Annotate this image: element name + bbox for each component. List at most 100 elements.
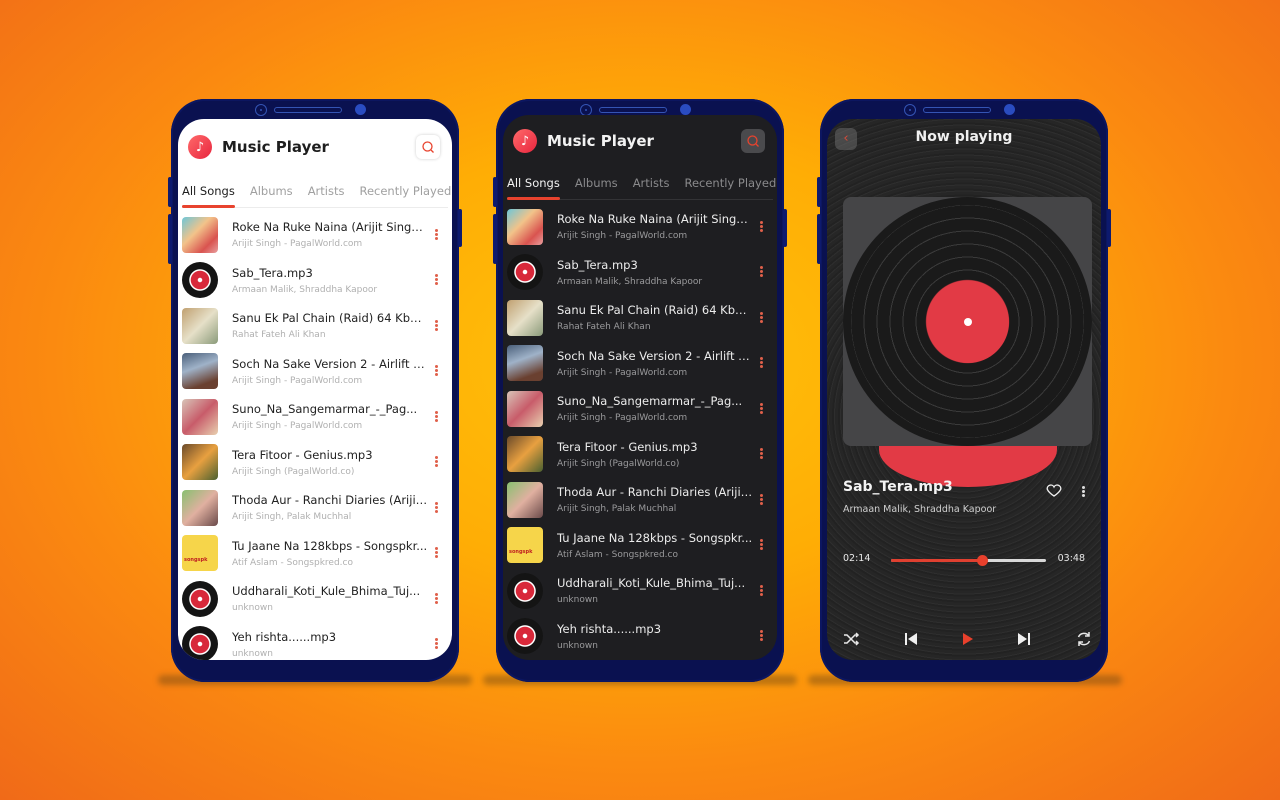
more-options-icon[interactable] [434, 319, 438, 333]
repeat-button[interactable] [1074, 629, 1094, 649]
song-list-item[interactable]: Tu Jaane Na 128kbps - Songspkr... Atif As… [507, 523, 777, 569]
side-button [783, 209, 787, 247]
album-art-thumbnail [182, 489, 218, 526]
song-title: Tera Fitoor - Genius.mp3 [232, 447, 373, 462]
song-meta: Roke Na Ruke Naina (Arijit Singh) ... Ari… [557, 212, 753, 241]
playback-controls [827, 629, 1101, 653]
song-list-item[interactable]: Roke Na Ruke Naina (Arijit Singh) ... Ari… [182, 212, 452, 258]
tab-bar: All Songs Albums Artists Recently Played [503, 167, 777, 200]
song-artist: Arijit Singh (PagalWorld.co) [557, 458, 680, 469]
heart-icon[interactable] [1045, 481, 1063, 499]
previous-icon [905, 633, 917, 645]
more-options-icon[interactable] [434, 273, 438, 287]
album-art-thumbnail [507, 481, 543, 518]
more-options-icon[interactable] [759, 402, 763, 416]
album-art-thumbnail [182, 216, 218, 253]
song-artist: Arijit Singh - PagalWorld.com [232, 239, 363, 250]
song-list-item[interactable]: Tu Jaane Na 128kbps - Songspkr... Atif As… [182, 531, 452, 577]
tab-artists[interactable]: Artists [633, 176, 670, 190]
song-list-item[interactable]: Sab_Tera.mp3 Armaan Malik, Shraddha Kapoo… [182, 258, 452, 304]
song-artist: Arijit Singh - PagalWorld.com [232, 421, 363, 432]
song-meta: Tera Fitoor - Genius.mp3 Arijit Singh (Pa… [557, 440, 753, 469]
tab-artists[interactable]: Artists [308, 184, 345, 198]
song-list-screen-dark: ♪ Music Player All Songs Albums Artists … [503, 115, 777, 660]
song-list-item[interactable]: Tera Fitoor - Genius.mp3 Arijit Singh (Pa… [507, 432, 777, 478]
search-button[interactable] [416, 135, 440, 159]
more-options-icon[interactable] [759, 447, 763, 461]
more-options-icon[interactable] [759, 493, 763, 507]
song-artist: Rahat Fateh Ali Khan [557, 322, 651, 333]
play-icon [963, 633, 973, 645]
more-options-icon[interactable] [434, 592, 438, 606]
side-button [168, 214, 172, 264]
next-icon [1018, 633, 1030, 645]
more-options-icon[interactable] [434, 410, 438, 424]
more-options-icon[interactable] [759, 356, 763, 370]
album-art-thumbnail [507, 436, 543, 473]
shuffle-button[interactable] [841, 629, 861, 649]
more-options-icon[interactable] [434, 546, 438, 560]
tab-all-songs[interactable]: All Songs [182, 184, 235, 208]
song-title: Thoda Aur - Ranchi Diaries (Arijit ... [232, 493, 428, 508]
song-title: Roke Na Ruke Naina (Arijit Singh) ... [232, 220, 428, 235]
song-list-item[interactable]: Yeh rishta......mp3 unknown [507, 614, 777, 660]
song-list-item[interactable]: Yeh rishta......mp3 unknown [182, 622, 452, 660]
song-title: Tu Jaane Na 128kbps - Songspkr... [557, 530, 753, 545]
more-options-icon[interactable] [434, 228, 438, 242]
song-list-item[interactable]: Tera Fitoor - Genius.mp3 Arijit Singh (Pa… [182, 440, 452, 486]
song-list-item[interactable]: Suno_Na_Sangemarmar_-_Pag... Arijit Singh… [182, 394, 452, 440]
song-title: Roke Na Ruke Naina (Arijit Singh) ... [557, 212, 753, 227]
more-options-icon[interactable] [759, 538, 763, 552]
song-list-item[interactable]: Sab_Tera.mp3 Armaan Malik, Shraddha Kapoo… [507, 250, 777, 296]
now-playing-artist: Armaan Malik, Shraddha Kapoor [843, 504, 997, 515]
tab-all-songs[interactable]: All Songs [507, 176, 560, 200]
song-list-item[interactable]: Uddharali_Koti_Kule_Bhima_Tuj... unknown [182, 576, 452, 622]
song-list-item[interactable]: Uddharali_Koti_Kule_Bhima_Tuj... unknown [507, 568, 777, 614]
song-list-item[interactable]: Thoda Aur - Ranchi Diaries (Arijit ... Ar… [182, 485, 452, 531]
song-list-item[interactable]: Soch Na Sake Version 2 - Airlift (A... Ar… [182, 349, 452, 395]
tab-albums[interactable]: Albums [250, 184, 293, 198]
now-playing-screen: ‹ Now playing Sab_Tera.mp3 Armaan Malik,… [827, 119, 1101, 660]
tab-recently-played[interactable]: Recently Played [684, 176, 776, 190]
song-list-item[interactable]: Thoda Aur - Ranchi Diaries (Arijit ... Ar… [507, 477, 777, 523]
song-meta: Sanu Ek Pal Chain (Raid) 64 Kbps.... Raha… [557, 303, 753, 332]
tab-albums[interactable]: Albums [575, 176, 618, 190]
more-options-icon[interactable] [1081, 485, 1085, 498]
previous-button[interactable] [901, 629, 921, 649]
more-options-icon[interactable] [434, 637, 438, 651]
song-list-item[interactable]: Soch Na Sake Version 2 - Airlift (A... Ar… [507, 341, 777, 387]
more-options-icon[interactable] [759, 220, 763, 234]
song-title: Soch Na Sake Version 2 - Airlift (A... [232, 356, 428, 371]
song-meta: Sab_Tera.mp3 Armaan Malik, Shraddha Kapoo… [557, 258, 753, 287]
side-button [493, 177, 497, 207]
tab-recently-played[interactable]: Recently Played [359, 184, 451, 198]
more-options-icon[interactable] [434, 501, 438, 515]
more-options-icon[interactable] [759, 311, 763, 325]
song-list-item[interactable]: Roke Na Ruke Naina (Arijit Singh) ... Ari… [507, 204, 777, 250]
song-artist: unknown [232, 603, 273, 614]
song-list: Roke Na Ruke Naina (Arijit Singh) ... Ari… [503, 200, 777, 659]
song-title: Tu Jaane Na 128kbps - Songspkr... [232, 538, 428, 553]
song-artist: Arijit Singh - PagalWorld.com [557, 367, 688, 378]
seek-bar[interactable] [891, 555, 1046, 566]
app-title: Music Player [547, 132, 654, 150]
play-button[interactable] [957, 629, 977, 649]
album-art-thumbnail [507, 254, 543, 291]
album-art-thumbnail [182, 444, 218, 481]
side-button [458, 209, 462, 247]
more-options-icon[interactable] [759, 265, 763, 279]
more-options-icon[interactable] [759, 584, 763, 598]
song-meta: Suno_Na_Sangemarmar_-_Pag... Arijit Singh… [232, 402, 428, 431]
song-list-item[interactable]: Sanu Ek Pal Chain (Raid) 64 Kbps.... Raha… [507, 295, 777, 341]
song-list: Roke Na Ruke Naina (Arijit Singh) ... Ari… [178, 208, 452, 660]
app-header: ♪ Music Player [178, 119, 452, 175]
seek-bar-knob[interactable] [976, 555, 988, 566]
more-options-icon[interactable] [759, 629, 763, 643]
song-list-item[interactable]: Sanu Ek Pal Chain (Raid) 64 Kbps.... Raha… [182, 303, 452, 349]
next-button[interactable] [1014, 629, 1034, 649]
album-art-thumbnail [182, 626, 218, 660]
more-options-icon[interactable] [434, 455, 438, 469]
more-options-icon[interactable] [434, 364, 438, 378]
search-button[interactable] [741, 129, 765, 153]
song-list-item[interactable]: Suno_Na_Sangemarmar_-_Pag... Arijit Singh… [507, 386, 777, 432]
